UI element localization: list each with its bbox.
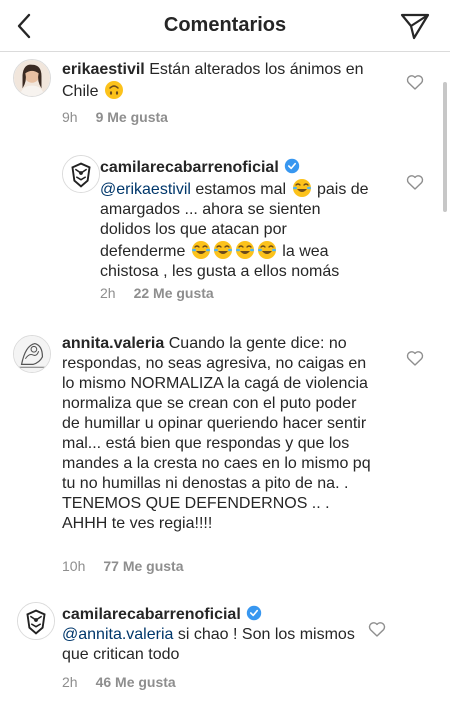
comment-item: camilarecabarrenoficial @annita.valeria … — [0, 597, 450, 697]
face-with-tears-of-joy-icon — [235, 241, 254, 259]
comment-body: annita.valeria Cuando la gente dice: no … — [62, 334, 372, 534]
comment-username[interactable]: camilarecabarrenoficial — [62, 606, 241, 623]
comment-meta: 10h 77 Me gusta — [62, 558, 184, 574]
comment-time: 2h — [62, 674, 78, 690]
heart-icon[interactable] — [406, 74, 424, 90]
comment-meta: 2h 22 Me gusta — [100, 285, 214, 301]
heart-icon[interactable] — [368, 621, 386, 637]
paper-plane-icon[interactable] — [400, 12, 430, 40]
avatar[interactable] — [13, 335, 51, 373]
comment-item: annita.valeria Cuando la gente dice: no … — [0, 325, 450, 585]
comment-mention[interactable]: @annita.valeria — [62, 626, 173, 643]
verified-badge-icon — [285, 158, 300, 174]
page-title: Comentarios — [163, 14, 287, 36]
comment-mention[interactable]: @erikaestivil — [100, 181, 191, 198]
comment-body: camilarecabarrenoficial @erikaestivil es… — [100, 158, 375, 282]
comment-username[interactable]: camilarecabarrenoficial — [100, 159, 279, 176]
heart-icon[interactable] — [406, 350, 424, 366]
comment-likes[interactable]: 9 Me gusta — [96, 109, 168, 125]
comment-reply-item: camilarecabarrenoficial @erikaestivil es… — [0, 150, 450, 310]
comment-likes[interactable]: 46 Me gusta — [96, 674, 176, 690]
comment-text: estamos mal — [190, 181, 291, 198]
comment-text: Cuando la gente dice: no respondas, no s… — [62, 335, 371, 532]
comment-meta: 2h 46 Me gusta — [62, 674, 176, 690]
comment-item: erikaestivil Están alterados los ánimos … — [0, 52, 450, 132]
comment-time: 10h — [62, 558, 86, 574]
comment-time: 2h — [100, 285, 116, 301]
avatar[interactable] — [62, 155, 100, 193]
heart-icon[interactable] — [406, 174, 424, 190]
face-with-tears-of-joy-icon — [257, 241, 276, 259]
comment-likes[interactable]: 22 Me gusta — [134, 285, 214, 301]
face-with-tears-of-joy-icon — [213, 241, 232, 259]
comment-body: camilarecabarrenoficial @annita.valeria … — [62, 605, 362, 665]
comment-time: 9h — [62, 109, 78, 125]
comment-likes[interactable]: 77 Me gusta — [103, 558, 183, 574]
avatar[interactable] — [17, 602, 55, 640]
comment-meta: 9h 9 Me gusta — [62, 109, 168, 125]
upside-down-face-icon — [104, 81, 123, 99]
comment-username[interactable]: annita.valeria — [62, 335, 164, 352]
face-with-tears-of-joy-icon — [292, 179, 311, 197]
verified-badge-icon — [247, 605, 262, 621]
avatar[interactable] — [13, 59, 51, 97]
top-nav-bar: Comentarios — [0, 0, 450, 52]
face-with-tears-of-joy-icon — [191, 241, 210, 259]
comment-body: erikaestivil Están alterados los ánimos … — [62, 60, 372, 102]
comment-username[interactable]: erikaestivil — [62, 61, 145, 78]
